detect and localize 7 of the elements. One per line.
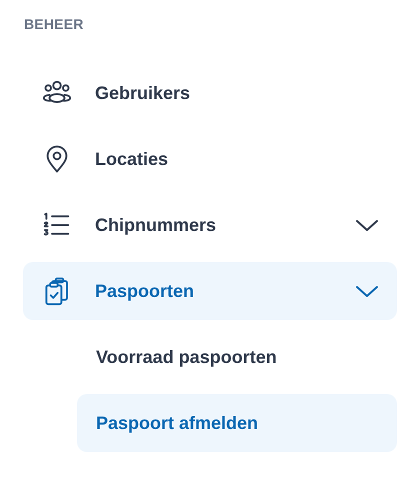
menu-item[interactable]: Paspoorten — [23, 262, 397, 320]
section-title: BEHEER — [24, 16, 85, 34]
menu-item[interactable]: Gebruikers — [23, 64, 397, 122]
submenu-item[interactable]: Paspoort afmelden — [77, 394, 397, 452]
menu-item[interactable]: Chipnummers — [23, 196, 397, 254]
submenu-item[interactable]: Voorraad paspoorten — [77, 328, 397, 386]
menu-item[interactable]: Locaties — [23, 130, 397, 188]
